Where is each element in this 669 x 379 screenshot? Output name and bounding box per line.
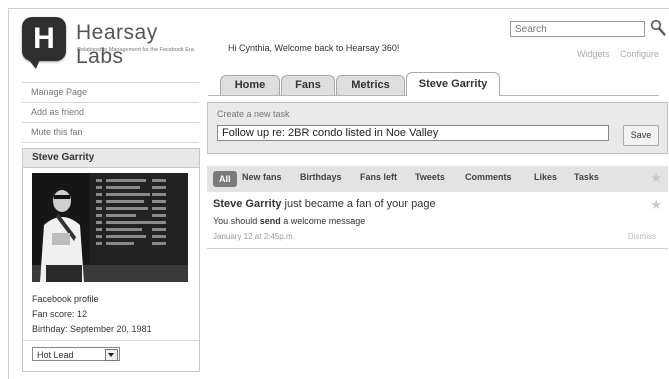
logo[interactable]: H Hearsay Labs Relationship Management f…	[22, 17, 200, 69]
tab-steve-garrity[interactable]: Steve Garrity	[406, 72, 500, 96]
feed-item: Steve Garrity just became a fan of your …	[207, 192, 668, 249]
search-input[interactable]	[510, 21, 645, 37]
brand-tagline: Relationship Management for the Facebook…	[77, 47, 194, 53]
sidebar-actions: Manage Page Add as friend Mute this fan	[22, 82, 199, 143]
profile-photo	[32, 173, 188, 282]
filter-comments[interactable]: Comments	[465, 172, 512, 182]
feed-title: Steve Garrity just became a fan of your …	[213, 198, 436, 210]
top-links: Widgets Configure	[569, 49, 659, 59]
filter-tweets[interactable]: Tweets	[415, 172, 445, 182]
profile-name: Steve Garrity	[23, 149, 199, 168]
logo-badge: H	[22, 17, 66, 69]
tab-metrics[interactable]: Metrics	[336, 75, 405, 95]
tab-home[interactable]: Home	[220, 75, 280, 95]
feed-filters: All New fans Birthdays Fans left Tweets …	[207, 166, 668, 192]
lead-status-value: Hot Lead	[37, 350, 74, 360]
facebook-profile-link[interactable]: Facebook profile	[32, 292, 152, 307]
task-input[interactable]	[217, 125, 609, 141]
filter-fans-left[interactable]: Fans left	[360, 172, 397, 182]
filter-birthdays[interactable]: Birthdays	[300, 172, 342, 182]
fan-name-link[interactable]: Steve Garrity	[213, 198, 281, 210]
mute-fan-link[interactable]: Mute this fan	[22, 122, 199, 143]
brand-name: Hearsay Labs	[76, 21, 158, 68]
add-friend-link[interactable]: Add as friend	[22, 102, 199, 122]
filter-new-fans[interactable]: New fans	[242, 172, 282, 182]
filter-tasks[interactable]: Tasks	[574, 172, 599, 182]
configure-link[interactable]: Configure	[620, 49, 659, 59]
star-icon[interactable]: ★	[650, 170, 662, 186]
lead-status-select[interactable]: Hot Lead	[32, 347, 120, 361]
filter-all[interactable]: All	[213, 171, 237, 187]
task-label: Create a new task	[217, 109, 290, 119]
tab-fans[interactable]: Fans	[281, 75, 335, 95]
profile-info: Facebook profile Fan score: 12 Birthday:…	[32, 292, 152, 337]
task-panel: Create a new task Save	[207, 102, 668, 154]
dismiss-link[interactable]: Dismiss	[628, 232, 656, 241]
profile-card: Steve Garrity Facebook profile Fan score…	[22, 148, 200, 372]
widgets-link[interactable]: Widgets	[577, 49, 610, 59]
send-link[interactable]: send	[260, 216, 281, 226]
star-icon[interactable]: ★	[650, 197, 662, 213]
fan-score: Fan score: 12	[32, 309, 88, 319]
logo-letter: H	[33, 22, 55, 55]
save-button[interactable]: Save	[623, 125, 659, 146]
main-tabs: Home Fans Metrics Steve Garrity	[208, 72, 659, 96]
feed-timestamp: January 12 at 2:45p.m.	[213, 232, 295, 241]
manage-page-link[interactable]: Manage Page	[22, 82, 199, 102]
feed-action: just became a fan of your page	[284, 198, 436, 210]
chevron-down-icon[interactable]	[105, 349, 118, 361]
filter-likes[interactable]: Likes	[534, 172, 557, 182]
search-icon[interactable]	[650, 19, 666, 37]
welcome-message: Hi Cynthia, Welcome back to Hearsay 360!	[228, 43, 400, 53]
feed-suggestion: You should send a welcome message	[213, 216, 366, 226]
birthday: Birthday: September 20, 1981	[32, 324, 152, 334]
